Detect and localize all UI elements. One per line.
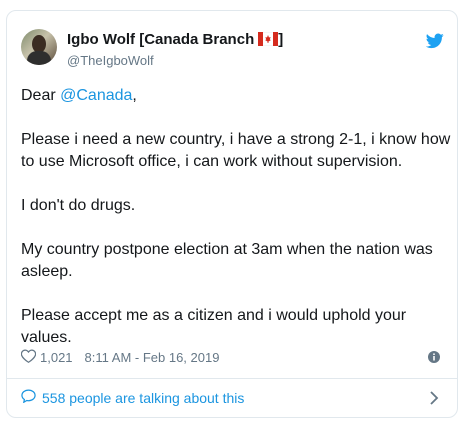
heart-icon[interactable] [20,349,37,366]
info-icon[interactable] [428,350,440,368]
conversation-text: 558 people are talking about this [42,389,245,406]
mention-link[interactable]: @Canada [60,87,132,104]
greeting-line: Dear @Canada, [21,85,451,107]
tweet-card: Igbo Wolf [Canada Branch] @TheIgboWolf D… [6,10,458,418]
tweet-timestamp[interactable]: 8:11 AM - Feb 16, 2019 [85,350,220,365]
tweet-paragraph-4: Please accept me as a citizen and i woul… [21,307,407,346]
like-count[interactable]: 1,021 [40,350,73,365]
divider [7,378,457,379]
tweet-meta: 1,021 8:11 AM - Feb 16, 2019 [20,349,220,366]
tweet-paragraph-3: My country postpone election at 3am when… [21,241,433,280]
tweet-paragraph-1: Please i need a new country, i have a st… [21,131,451,170]
speech-bubble-icon [21,389,36,406]
author-handle[interactable]: @TheIgboWolf [67,53,154,68]
tweet-text: Dear @Canada, Please i need a new countr… [21,85,451,349]
chevron-right-icon[interactable] [429,391,439,410]
avatar[interactable] [21,29,57,65]
avatar-body [27,51,51,65]
twitter-bird-icon[interactable] [425,33,444,54]
greeting-suffix: , [132,87,137,104]
greeting-prefix: Dear [21,87,61,104]
author-name[interactable]: Igbo Wolf [Canada Branch] [67,31,283,50]
canada-flag-icon [257,31,279,50]
tweet-paragraph-2: I don't do drugs. [21,197,136,214]
author-name-suffix: ] [278,31,284,48]
conversation-link[interactable]: 558 people are talking about this [21,389,244,406]
author-name-text: Igbo Wolf [Canada Branch [67,31,255,48]
